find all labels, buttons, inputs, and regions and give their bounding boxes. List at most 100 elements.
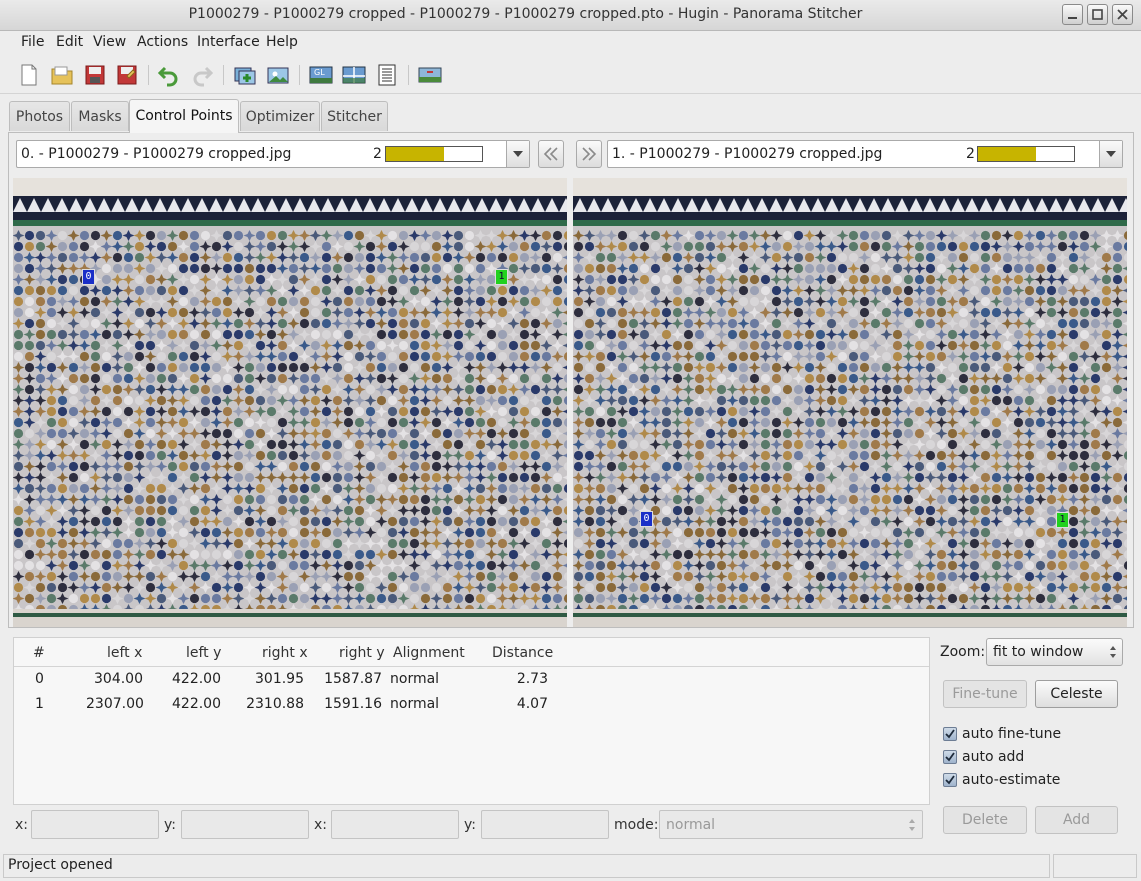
left-x-input[interactable]: [31, 810, 159, 839]
right-control-point-0[interactable]: 0: [640, 511, 653, 527]
column-header-right-x[interactable]: right x: [262, 645, 308, 661]
save-icon[interactable]: [83, 63, 107, 87]
right-image-quality-fill: [978, 147, 1036, 161]
column-header-right-y[interactable]: right y: [339, 645, 385, 661]
menu-edit[interactable]: Edit: [56, 34, 83, 50]
tab-control-points[interactable]: Control Points: [129, 99, 239, 133]
status-field-secondary: [1053, 854, 1137, 878]
left-image-label: 0. - P1000279 - P1000279 cropped.jpg: [21, 146, 292, 162]
left-control-point-1[interactable]: 1: [495, 269, 508, 285]
column-header-index[interactable]: #: [33, 645, 45, 661]
open-folder-icon[interactable]: [50, 63, 74, 87]
tab-masks[interactable]: Masks: [71, 101, 129, 131]
control-points-table[interactable]: # left x left y right x right y Alignmen…: [13, 637, 930, 805]
status-text: Project opened: [8, 857, 113, 873]
delete-button[interactable]: Delete: [943, 806, 1027, 834]
left-image-quality-bar: [385, 146, 483, 162]
cell-left-y: 422.00: [172, 671, 221, 687]
checkmark-icon: [945, 775, 955, 785]
up-down-arrows-icon: [909, 819, 915, 831]
cell-right-x: 2310.88: [246, 696, 304, 712]
auto-estimate-checkbox[interactable]: [943, 773, 957, 787]
column-header-left-y[interactable]: left y: [186, 645, 221, 661]
cell-right-y: 1591.16: [324, 696, 382, 712]
menu-bar: File Edit View Actions Interface Help: [0, 31, 1141, 55]
add-button[interactable]: Add: [1035, 806, 1118, 834]
menu-help[interactable]: Help: [266, 34, 298, 50]
mode-select-value: normal: [666, 817, 716, 833]
toolbar-separator: [148, 65, 149, 85]
menu-view[interactable]: View: [93, 34, 126, 50]
tab-photos[interactable]: Photos: [9, 101, 70, 131]
left-image-dropdown-button[interactable]: [506, 141, 529, 167]
tab-stitcher[interactable]: Stitcher: [321, 101, 388, 131]
up-down-arrows-icon: [1110, 646, 1116, 658]
right-image-dropdown-button[interactable]: [1099, 141, 1122, 167]
menu-file[interactable]: File: [21, 34, 44, 50]
right-y-input[interactable]: [481, 810, 609, 839]
y1-label: y:: [164, 817, 176, 833]
auto-add-label: auto add: [962, 749, 1025, 765]
cell-left-x: 2307.00: [86, 696, 144, 712]
cell-alignment: normal: [390, 671, 440, 687]
right-image-label: 1. - P1000279 - P1000279 cropped.jpg: [612, 146, 883, 162]
auto-fine-tune-checkbox[interactable]: [943, 727, 957, 741]
tab-optimizer[interactable]: Optimizer: [240, 101, 320, 131]
close-window-button[interactable]: [1112, 4, 1133, 25]
double-right-arrow-icon: [582, 147, 597, 161]
column-header-distance[interactable]: Distance: [492, 645, 553, 661]
right-image-quality-bar: [977, 146, 1075, 162]
x2-label: x:: [314, 817, 328, 833]
previous-image-button[interactable]: [538, 140, 564, 168]
add-images-icon[interactable]: [233, 63, 257, 87]
zoom-select-value: fit to window: [993, 644, 1084, 660]
fine-tune-button[interactable]: Fine-tune: [943, 680, 1027, 708]
cell-left-y: 422.00: [172, 696, 221, 712]
maximize-icon: [1092, 9, 1103, 20]
cell-distance: 4.07: [516, 696, 548, 712]
window-titlebar: P1000279 - P1000279 cropped - P1000279 -…: [0, 0, 1141, 31]
menu-interface[interactable]: Interface: [197, 34, 260, 50]
close-icon: [1117, 9, 1128, 20]
checkmark-icon: [945, 729, 955, 739]
column-header-alignment[interactable]: Alignment: [393, 645, 465, 661]
window-title: P1000279 - P1000279 cropped - P1000279 -…: [188, 6, 863, 22]
x1-label: x:: [15, 817, 29, 833]
right-control-point-1[interactable]: 1: [1056, 512, 1069, 528]
right-x-input[interactable]: [331, 810, 459, 839]
preview-panorama-icon[interactable]: [342, 63, 366, 87]
right-tile-mosaic-image: [573, 178, 1127, 627]
column-header-left-x[interactable]: left x: [107, 645, 142, 661]
left-image-select[interactable]: 0. - P1000279 - P1000279 cropped.jpg 2: [16, 140, 530, 168]
right-image-select[interactable]: 1. - P1000279 - P1000279 cropped.jpg 2: [607, 140, 1123, 168]
menu-actions[interactable]: Actions: [137, 34, 188, 50]
left-y-input[interactable]: [181, 810, 309, 839]
layout-icon[interactable]: [418, 63, 442, 87]
cell-left-x: 304.00: [94, 671, 143, 687]
celeste-button[interactable]: Celeste: [1035, 680, 1118, 708]
auto-add-checkbox[interactable]: [943, 750, 957, 764]
right-image-view[interactable]: 0 1: [573, 178, 1127, 627]
zoom-label: Zoom:: [940, 644, 986, 660]
mode-select[interactable]: normal: [659, 810, 923, 839]
left-image-cp-count: 2: [373, 146, 382, 162]
double-left-arrow-icon: [543, 147, 558, 161]
maximize-button[interactable]: [1087, 4, 1108, 25]
undo-icon[interactable]: [157, 63, 181, 87]
zoom-select[interactable]: fit to window: [986, 638, 1123, 666]
new-file-icon[interactable]: [17, 63, 41, 87]
save-as-icon[interactable]: [115, 63, 139, 87]
add-image-series-icon[interactable]: [266, 63, 290, 87]
image-list-icon[interactable]: [375, 63, 399, 87]
redo-icon[interactable]: [190, 63, 214, 87]
minimize-button[interactable]: [1062, 4, 1083, 25]
gl-preview-icon[interactable]: GL: [309, 63, 333, 87]
cell-alignment: normal: [390, 696, 440, 712]
status-field-main: [3, 854, 1050, 878]
next-image-button[interactable]: [576, 140, 602, 168]
mode-label: mode:: [614, 817, 659, 833]
left-control-point-0[interactable]: 0: [82, 269, 95, 285]
left-image-view[interactable]: 0 1: [13, 178, 567, 627]
minimize-icon: [1068, 17, 1077, 19]
cell-index: 0: [35, 671, 44, 687]
